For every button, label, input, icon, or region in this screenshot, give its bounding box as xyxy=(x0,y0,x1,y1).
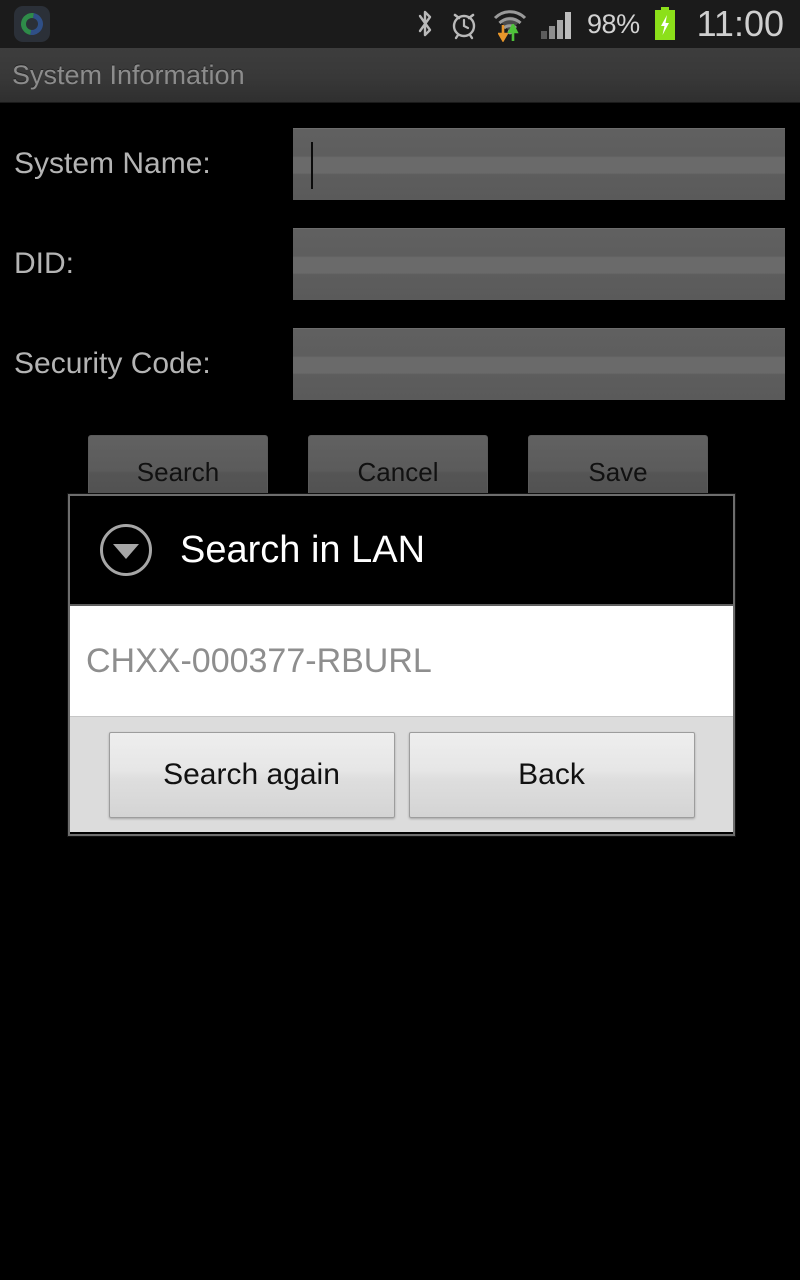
phone-screen: 98% 11:00 System Information System Name… xyxy=(0,0,800,1280)
label-system-name: System Name: xyxy=(14,147,211,180)
search-again-button[interactable]: Search again xyxy=(108,731,395,818)
bluetooth-icon xyxy=(415,8,435,40)
label-security-code: Security Code: xyxy=(14,347,211,380)
wifi-icon xyxy=(493,8,527,42)
search-in-lan-dialog: Search in LAN CHXX-000377-RBURL Search a… xyxy=(68,494,735,836)
dialog-footer: Search again Back xyxy=(70,716,733,832)
data-transfer-icon xyxy=(498,24,519,42)
action-bar: System Information xyxy=(0,48,800,103)
form-row-security-code: Security Code: xyxy=(0,328,800,400)
battery-icon xyxy=(653,7,677,41)
dialog-title: Search in LAN xyxy=(180,528,426,571)
text-caret xyxy=(311,142,313,189)
input-did[interactable] xyxy=(293,228,785,300)
status-bar-clock: 11:00 xyxy=(696,3,784,44)
chevron-down-circle-icon[interactable] xyxy=(100,524,152,576)
alarm-clock-icon xyxy=(448,8,480,40)
form-row-did: DID: xyxy=(0,228,800,300)
status-bar: 98% 11:00 xyxy=(0,0,800,48)
back-button[interactable]: Back xyxy=(408,731,695,818)
input-system-name[interactable] xyxy=(293,128,785,200)
app-icon-ring xyxy=(16,8,48,40)
form-row-system-name: System Name: xyxy=(0,128,800,200)
list-item[interactable]: CHXX-000377-RBURL xyxy=(70,642,432,681)
label-did: DID: xyxy=(14,247,74,280)
dialog-header: Search in LAN xyxy=(70,496,733,606)
chevron-down-triangle xyxy=(113,544,139,559)
dialog-result-list: CHXX-000377-RBURL xyxy=(70,606,733,716)
app-launcher-icon xyxy=(14,6,50,42)
cellular-signal-icon xyxy=(540,8,574,40)
page-title: System Information xyxy=(12,59,245,90)
input-security-code[interactable] xyxy=(293,328,785,400)
battery-percent-label: 98% xyxy=(587,8,640,39)
status-bar-icons: 98% 11:00 xyxy=(415,3,800,45)
